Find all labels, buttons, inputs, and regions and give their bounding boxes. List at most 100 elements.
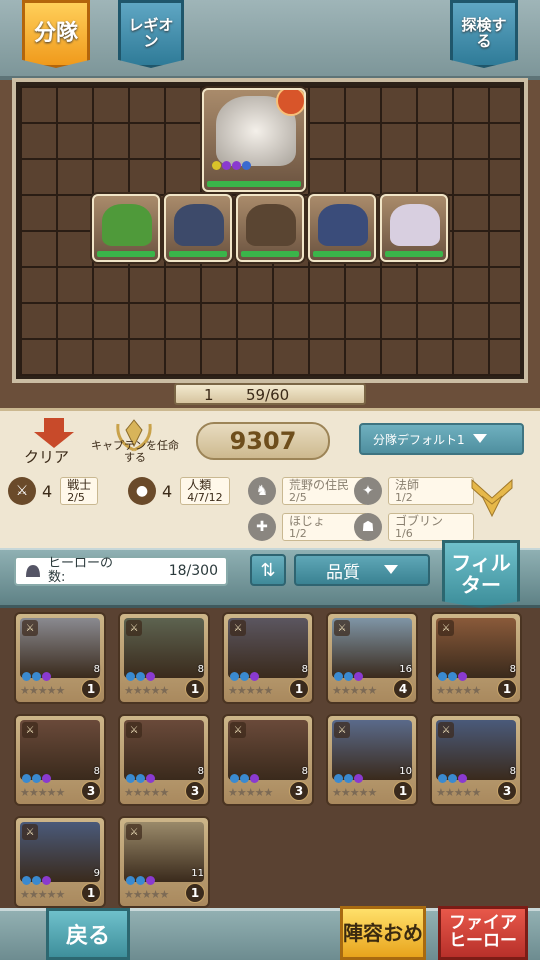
recommend-formation-button[interactable]: 陣容おめ <box>340 906 426 960</box>
hero-cost: 8 <box>93 766 100 777</box>
power-display: 9307 <box>196 422 330 460</box>
synergy-goblin[interactable]: ☗ ゴブリン 1/6 <box>354 512 474 542</box>
synergy-warrior[interactable]: ⚔ 4 戦士 2/5 <box>8 476 99 506</box>
hp-bar <box>169 251 227 257</box>
hero-card[interactable]: ⚔ 10 ★★★★★ 1 <box>326 714 418 806</box>
squad-select-dropdown[interactable]: 分隊デフォルト1 <box>359 423 524 455</box>
hero-card[interactable]: ⚔ 16 ★★★★★ 4 <box>326 612 418 704</box>
fire-hero-button[interactable]: ファイアヒーロー <box>438 906 528 960</box>
back-button-label: 戻る <box>65 924 110 949</box>
hero-cost: 9 <box>93 868 100 879</box>
synergy-name: ゴブリン <box>395 513 444 528</box>
class-icon: ⚔ <box>22 620 38 636</box>
tab-explore-label: 探検する <box>461 16 507 50</box>
formation-slot-3[interactable] <box>236 194 304 262</box>
gem-icon <box>230 672 239 681</box>
filter-button[interactable]: フィルター <box>442 540 520 608</box>
hero-card[interactable]: ⚔ 8 ★★★★★ 1 <box>118 612 210 704</box>
gem-icon <box>242 161 251 170</box>
gem-icon <box>458 672 467 681</box>
gem-icon <box>250 774 259 783</box>
gem-icon <box>438 774 447 783</box>
quality-dropdown[interactable]: 品質 <box>294 554 430 586</box>
fire-hero-label: ファイアヒーロー <box>449 913 517 951</box>
gem-icon <box>146 774 155 783</box>
class-icon: ⚔ <box>438 722 454 738</box>
gem-icon <box>230 774 239 783</box>
hero-gems <box>438 768 468 787</box>
tab-squad-label: 分隊 <box>33 21 78 47</box>
helmet-icon <box>26 565 40 577</box>
sort-order-button[interactable]: ⇅ <box>250 554 286 586</box>
gem-icon <box>344 774 353 783</box>
squad-count-value: 59/60 <box>246 386 290 404</box>
squad-select-value: 分隊デフォルト1 <box>373 432 465 447</box>
gem-icon <box>22 876 31 885</box>
hero-level: 4 <box>393 679 413 699</box>
hero-cost: 8 <box>93 664 100 675</box>
hero-gems <box>22 768 52 787</box>
synergy-progress: 1/6 <box>395 526 413 540</box>
gem-icon <box>212 161 221 170</box>
tab-explore[interactable]: 探検する <box>450 0 518 68</box>
captain-gems <box>212 155 252 174</box>
hero-card[interactable]: ⚔ 8 ★★★★★ 1 <box>222 612 314 704</box>
gem-icon <box>126 876 135 885</box>
hero-gems <box>22 666 52 685</box>
hero-card[interactable]: ⚔ 8 ★★★★★ 1 <box>430 612 522 704</box>
class-icon: ⚔ <box>230 722 246 738</box>
quality-dropdown-value: 品質 <box>326 562 360 583</box>
chevron-down-icon <box>472 434 487 443</box>
hero-card[interactable]: ⚔ 8 ★★★★★ 3 <box>430 714 522 806</box>
synergy-name: 荒野の住民 <box>289 477 350 492</box>
mage-icon: ✦ <box>354 477 382 505</box>
hero-card[interactable]: ⚔ 8 ★★★★★ 3 <box>14 714 106 806</box>
synergy-wilderness[interactable]: ♞ 荒野の住民 2/5 <box>248 476 368 506</box>
appoint-captain-button[interactable]: キャプテンを任命する <box>90 416 180 466</box>
formation-slot-1[interactable] <box>92 194 160 262</box>
tab-squad[interactable]: 分隊 <box>22 0 90 68</box>
hero-card[interactable]: ⚔ 11 ★★★★★ 1 <box>118 816 210 908</box>
tab-legion-label: レギオン <box>128 16 174 50</box>
hero-level: 3 <box>81 781 101 801</box>
gem-icon <box>240 672 249 681</box>
gem-icon <box>334 672 343 681</box>
formation-slot-4[interactable] <box>308 194 376 262</box>
synergy-support[interactable]: ✚ ほじょ 1/2 <box>248 512 368 542</box>
hero-level: 1 <box>185 679 205 699</box>
chevron-down-icon <box>384 565 398 574</box>
synergy-human[interactable]: ● 4 人類 4/7/12 <box>128 476 230 506</box>
squad-count-index: 1 <box>204 386 214 404</box>
hero-cost: 16 <box>399 664 412 675</box>
synergy-mage[interactable]: ✦ 法師 1/2 <box>354 476 474 506</box>
formation-slot-2[interactable] <box>164 194 232 262</box>
formation-slot-5[interactable] <box>380 194 448 262</box>
hero-card[interactable]: ⚔ 8 ★★★★★ 3 <box>222 714 314 806</box>
hero-level: 3 <box>185 781 205 801</box>
hero-count: ヒーローの数: 18/300 <box>14 556 228 586</box>
synergy-count: 4 <box>42 481 53 501</box>
captain-slot[interactable] <box>202 88 306 192</box>
synergy-progress: 4/7/12 <box>187 490 223 504</box>
power-value: 9307 <box>229 427 297 455</box>
gem-icon <box>232 161 241 170</box>
hero-cost: 8 <box>509 766 516 777</box>
class-icon: ⚔ <box>126 824 142 840</box>
hero-card[interactable]: ⚔ 8 ★★★★★ 1 <box>14 612 106 704</box>
hero-level: 1 <box>497 679 517 699</box>
knight-portrait <box>174 204 224 246</box>
sort-arrows-icon: ⇅ <box>260 559 276 581</box>
hero-card[interactable]: ⚔ 8 ★★★★★ 3 <box>118 714 210 806</box>
gem-icon <box>240 774 249 783</box>
hp-bar <box>385 251 443 257</box>
back-button[interactable]: 戻る <box>46 908 130 960</box>
clear-button-label: クリア <box>24 448 70 466</box>
clear-button[interactable]: クリア <box>24 418 84 466</box>
synergy-info-icon[interactable] <box>468 474 516 518</box>
hp-bar <box>313 251 371 257</box>
tab-legion[interactable]: レギオン <box>118 0 184 68</box>
gem-icon <box>42 774 51 783</box>
human-head-icon: ● <box>128 477 156 505</box>
hero-card[interactable]: ⚔ 9 ★★★★★ 1 <box>14 816 106 908</box>
hero-gems <box>126 666 156 685</box>
